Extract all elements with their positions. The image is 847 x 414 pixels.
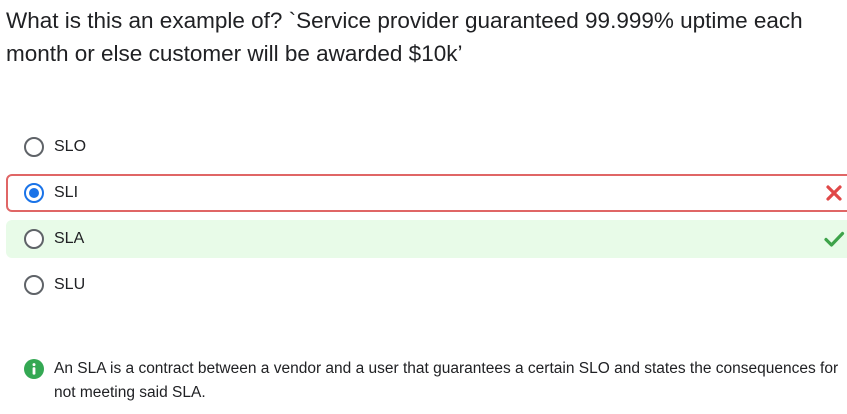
option-sla[interactable]: SLA (6, 220, 847, 258)
radio-button-sli[interactable] (24, 183, 44, 203)
option-slu[interactable]: SLU (6, 266, 847, 304)
option-label-sla: SLA (54, 230, 85, 247)
option-slo[interactable]: SLO (6, 128, 847, 166)
radio-button-slo[interactable] (24, 137, 44, 157)
option-label-sli: SLI (54, 184, 79, 201)
option-sli[interactable]: SLI (6, 174, 847, 212)
question-text: What is this an example of? `Service pro… (6, 8, 803, 66)
answer-options: SLO SLI SLA SLU (6, 128, 847, 312)
x-mark-icon (826, 185, 842, 201)
check-mark-icon (824, 231, 845, 247)
radio-selected-dot (29, 188, 39, 198)
option-label-slu: SLU (54, 276, 86, 293)
feedback-text: An SLA is a contract between a vendor an… (54, 360, 839, 401)
option-label-slo: SLO (54, 138, 87, 155)
radio-button-slu[interactable] (24, 275, 44, 295)
radio-button-sla[interactable] (24, 229, 44, 249)
info-icon (24, 359, 44, 379)
